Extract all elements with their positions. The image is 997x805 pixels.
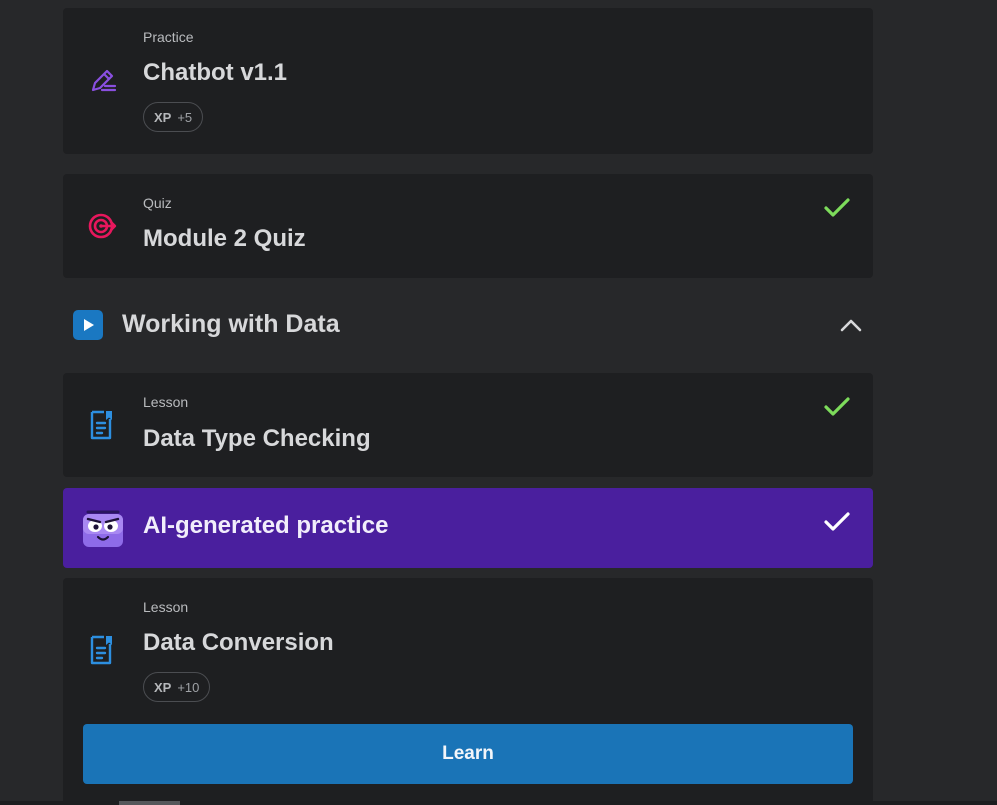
document-icon [87, 409, 119, 441]
item-kind-label: Quiz [143, 195, 172, 211]
check-icon [823, 393, 851, 421]
item-title: Data Type Checking [143, 425, 371, 452]
ai-practice-card[interactable]: AI-generated practice [63, 488, 873, 568]
item-title: Module 2 Quiz [143, 225, 306, 252]
item-title: Chatbot v1.1 [143, 59, 288, 86]
item-kind-label: Practice [143, 29, 194, 45]
xp-badge: XP +10 [143, 672, 211, 702]
lesson-card-data-conversion[interactable]: Lesson Data Conversion XP +10 Learn [63, 578, 873, 805]
scrollbar-thumb[interactable] [119, 801, 180, 805]
item-kind-label: Lesson [143, 599, 189, 615]
play-icon [73, 310, 103, 340]
ai-practice-title: AI-generated practice [143, 512, 389, 539]
section-title: Working with Data [122, 310, 340, 338]
xp-label: XP [154, 109, 172, 125]
check-icon [823, 508, 851, 536]
horizontal-scrollbar[interactable] [0, 801, 997, 805]
chevron-up-icon[interactable] [837, 312, 865, 340]
course-outline: Practice Chatbot v1.1 XP +5 Quiz Module … [0, 0, 997, 805]
section-header-working-with-data[interactable]: Working with Data [63, 292, 873, 358]
practice-card-chatbot[interactable]: Practice Chatbot v1.1 XP +5 [63, 8, 873, 154]
learn-button[interactable]: Learn [83, 724, 853, 784]
document-icon [87, 634, 119, 666]
check-icon [823, 194, 851, 222]
xp-badge: XP +5 [143, 102, 204, 132]
xp-label: XP [154, 679, 172, 695]
pencil-edit-icon [87, 64, 119, 96]
xp-value: +5 [177, 109, 193, 125]
item-title: Data Conversion [143, 629, 334, 656]
target-icon [87, 210, 119, 242]
ai-mascot-icon [82, 510, 124, 548]
xp-value: +10 [177, 679, 200, 695]
item-kind-label: Lesson [143, 394, 189, 410]
quiz-card-module-2[interactable]: Quiz Module 2 Quiz [63, 174, 873, 278]
lesson-card-data-type-checking[interactable]: Lesson Data Type Checking [63, 373, 873, 477]
